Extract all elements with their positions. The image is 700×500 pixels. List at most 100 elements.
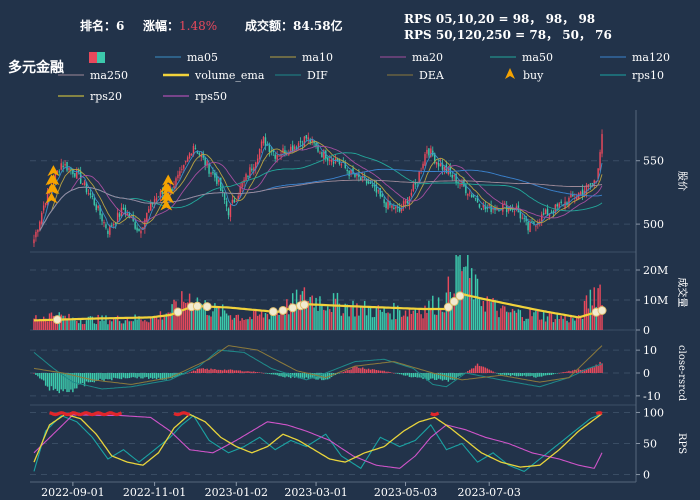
price-candle [58,171,60,173]
macd-bar [521,373,523,377]
volume-bar [581,318,584,330]
macd-bar [591,367,594,373]
price-candle [134,222,136,229]
y-axis-label: RPS [676,433,687,454]
price-candle [208,163,210,174]
macd-bar [482,366,485,373]
macd-bar [268,373,271,374]
volume-bar [397,305,399,330]
volume-bar [321,304,323,330]
macd-bar [153,373,156,379]
volume-bar [552,322,555,330]
macd-bar [356,366,358,373]
macd-bar [544,373,547,376]
volume-bar [544,321,547,330]
macd-bar [492,371,494,373]
volume-bar [422,318,424,330]
macd-bar [494,372,496,374]
price-candle [107,230,109,234]
macd-bar [457,373,459,377]
volume-bar [140,319,142,330]
macd-bar [461,373,463,375]
macd-bar [379,370,381,373]
volume-bar [126,318,129,330]
macd-bar [258,372,261,373]
price-candle [264,137,267,147]
y-axis-label: close-rsrcd [676,345,687,402]
price-candle [439,163,442,167]
macd-bar [414,373,416,377]
macd-bar [546,373,549,376]
volume-bar [233,317,236,330]
volume-bar [235,314,238,330]
macd-bar [348,369,350,373]
volume-bar [278,314,280,330]
volume-bar [570,315,572,330]
volume-bar [239,320,241,330]
price-candle [383,199,385,204]
macd-bar [480,366,483,373]
x-tick-label: 2022-11-01 [123,486,186,499]
volume-bar [428,300,430,330]
macd-bar [204,369,206,373]
price-candle [122,208,125,210]
macd-bar [151,373,154,379]
volume-bar [560,315,562,330]
macd-bar [358,368,360,373]
macd-bar [284,373,286,378]
macd-bar [342,372,345,373]
price-candle [188,153,191,159]
macd-bar [556,373,559,374]
macd-bar [140,373,142,379]
volume-bar [379,309,381,330]
volume-bar [132,321,134,330]
volume-bar [109,320,111,330]
price-candle [540,214,543,222]
price-candle [330,159,333,163]
macd-bar [52,373,55,391]
volume-bar [509,312,512,330]
volume-bar [568,322,570,330]
macd-bar [109,373,111,380]
price-candle [41,212,43,224]
macd-bar [430,373,432,379]
volume-bar [360,305,362,330]
macd-bar [124,373,127,379]
price-candle [171,188,173,190]
macd-bar [360,368,362,373]
macd-bar [91,373,94,383]
volume-bar [48,313,51,330]
price-candle [326,158,329,161]
volume-bar [268,319,271,330]
volume-bar [426,312,428,330]
price-candle [470,194,473,198]
ma05-line [39,138,603,231]
price-candle [371,185,374,186]
price-candle [568,197,570,206]
volume-bar [414,309,416,330]
volume-bar [531,316,533,330]
rps-strong-zones [49,411,603,417]
macd-bar [272,373,274,375]
price-candle [190,153,193,156]
macd-bar [231,369,234,373]
legend-label-volume-ema: volume_ema [194,69,265,82]
volume-bar [548,312,551,330]
volume-bar [579,316,582,330]
volume-bar [330,312,333,330]
volume-bar [237,314,239,330]
price-candle [95,204,97,211]
price-candle [233,199,236,203]
macd-bar [93,373,96,383]
macd-bar [511,373,514,376]
rps10-line [33,413,603,473]
legend-label-rps10: rps10 [632,69,664,82]
price-candle [319,152,321,154]
price-candle [544,209,547,214]
macd-bar [428,373,430,381]
macd-bar [439,373,442,380]
candlestick-legend-icon [89,52,105,63]
volume-bar [404,310,407,330]
price-candle [91,195,94,198]
price-candle [328,160,331,161]
